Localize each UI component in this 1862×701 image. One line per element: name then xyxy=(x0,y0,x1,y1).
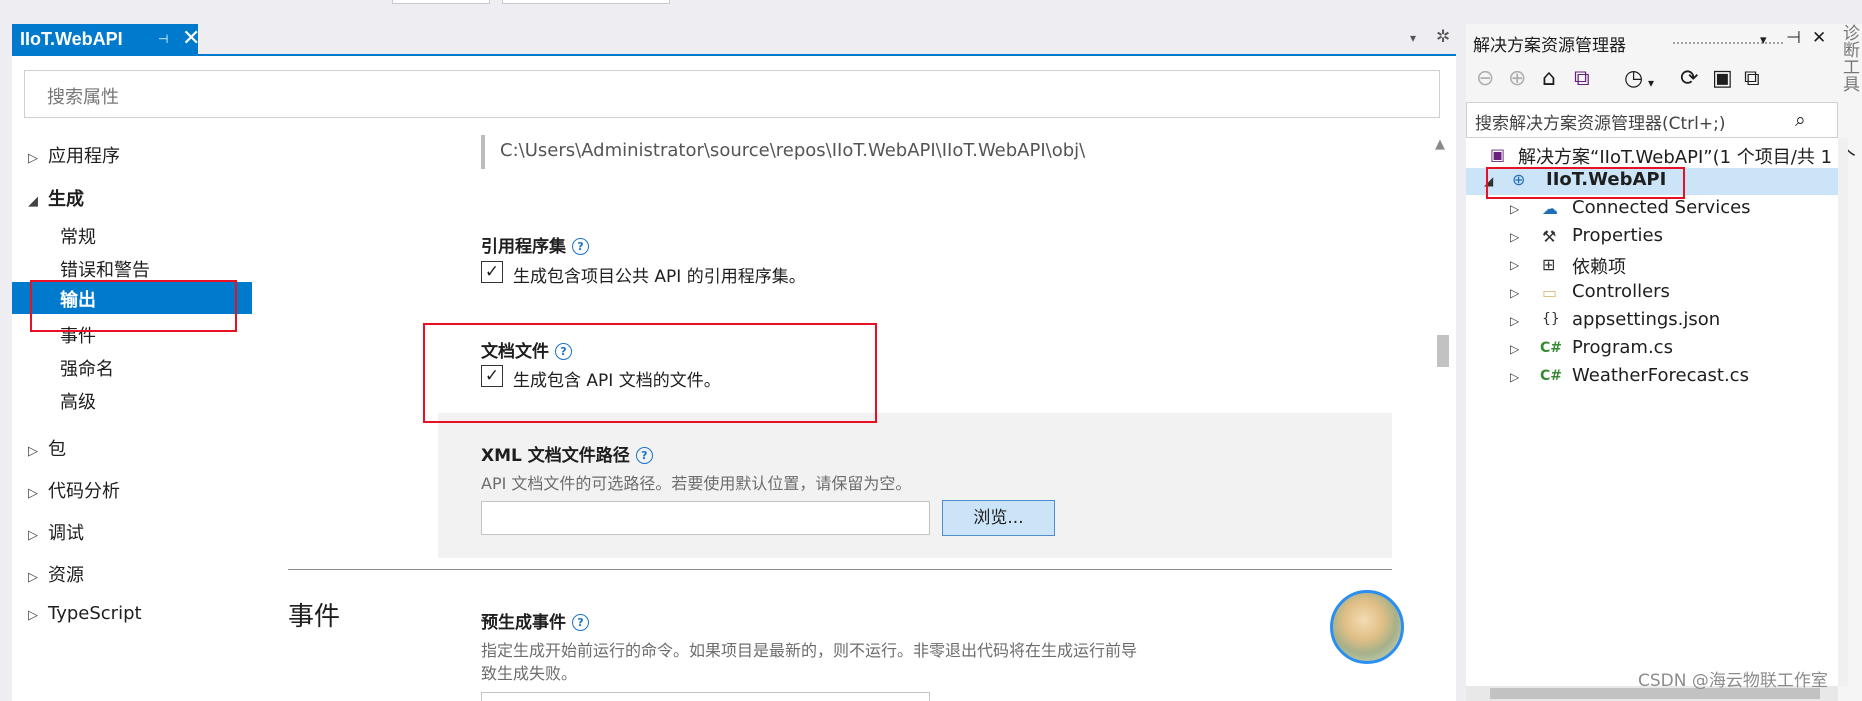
help-icon[interactable]: ? xyxy=(635,447,653,464)
section-divider xyxy=(288,569,1392,570)
tree-item-controllers[interactable]: Controllers xyxy=(1572,281,1670,302)
nav-item-build[interactable]: ◢ 生成 xyxy=(28,185,84,211)
collapsed-arrow-icon: ▷ xyxy=(28,570,38,585)
tree-item-dependencies[interactable]: 依赖项 xyxy=(1572,253,1626,279)
dependencies-icon: ⊞ xyxy=(1542,255,1556,274)
close-icon[interactable]: ✕ xyxy=(182,26,200,51)
history-dropdown-icon[interactable]: ▾ xyxy=(1648,76,1654,90)
panel-dropdown-icon[interactable]: ▾ xyxy=(1760,33,1767,48)
tree-item-weatherforecast[interactable]: WeatherForecast.cs xyxy=(1572,365,1749,386)
property-search-input[interactable]: 搜索属性 xyxy=(24,70,1440,118)
nav-item-typescript[interactable]: ▷ TypeScript xyxy=(28,603,142,624)
document-tab-iiot-webapi[interactable]: IIoT.WebAPI ⊣ ✕ xyxy=(12,24,200,54)
nav-item-resources[interactable]: ▷ 资源 xyxy=(28,561,84,587)
collapsed-arrow-icon[interactable]: ▷ xyxy=(1510,370,1519,384)
prebuild-description-line1: 指定生成开始前运行的命令。如果项目是最新的，则不运行。非零退出代码将在生成运行前… xyxy=(481,641,1138,660)
red-highlight-doc-file xyxy=(423,323,877,423)
tree-item-properties[interactable]: Properties xyxy=(1572,225,1663,246)
solution-vertical-scrollbar[interactable] xyxy=(1838,138,1848,686)
ref-assembly-title: 引用程序集? xyxy=(481,232,589,257)
settings-gear-icon[interactable]: ✲ xyxy=(1436,27,1450,47)
red-highlight-output xyxy=(30,280,237,332)
solution-tree xyxy=(1466,138,1838,701)
nav-item-app[interactable]: ▷ 应用程序 xyxy=(28,142,120,168)
solution-icon: ▣ xyxy=(1490,145,1506,164)
collapsed-arrow-icon: ▷ xyxy=(28,608,38,623)
events-section-heading: 事件 xyxy=(288,602,341,632)
csharp-file-icon: C# xyxy=(1540,340,1563,356)
toolbar-combo-2[interactable] xyxy=(502,0,670,4)
folder-icon: ▭ xyxy=(1542,283,1558,302)
collapsed-arrow-icon[interactable]: ▷ xyxy=(1510,342,1519,356)
tree-item-appsettings[interactable]: appsettings.json xyxy=(1572,309,1720,330)
home-icon[interactable]: ⌂ xyxy=(1542,66,1556,91)
back-icon[interactable]: ⊖ xyxy=(1476,66,1494,91)
solution-search-input[interactable]: 搜索解决方案资源管理器(Ctrl+;) ⌕ xyxy=(1466,102,1838,138)
panel-pin-icon[interactable]: ⊣ xyxy=(1786,28,1801,48)
property-search-placeholder: 搜索属性 xyxy=(47,87,119,108)
nav-item-code-analysis[interactable]: ▷ 代码分析 xyxy=(28,477,120,503)
copy-icon[interactable]: ⧉ xyxy=(1744,66,1760,91)
collapsed-arrow-icon: ▷ xyxy=(28,151,38,166)
nav-sub-advanced[interactable]: 高级 xyxy=(60,388,96,414)
collapse-icon[interactable]: ▣ xyxy=(1712,66,1733,91)
ref-assembly-checkbox[interactable]: ✓ xyxy=(481,261,503,283)
path-indicator-bar xyxy=(481,135,485,169)
vs-switch-icon[interactable]: ⧉ xyxy=(1574,66,1590,91)
collapsed-arrow-icon: ▷ xyxy=(28,486,38,501)
collapsed-arrow-icon: ▷ xyxy=(28,444,38,459)
panel-close-icon[interactable]: ✕ xyxy=(1812,28,1826,48)
connected-services-icon: ☁ xyxy=(1542,199,1558,218)
tree-item-connected-services[interactable]: Connected Services xyxy=(1572,197,1751,218)
document-tab-title: IIoT.WebAPI xyxy=(20,29,123,49)
nav-sub-general[interactable]: 常规 xyxy=(60,223,96,249)
help-icon[interactable]: ? xyxy=(572,614,589,631)
solution-search-placeholder: 搜索解决方案资源管理器(Ctrl+;) xyxy=(1475,114,1726,134)
help-icon[interactable]: ? xyxy=(572,238,589,255)
scroll-up-arrow-icon[interactable]: ▲ xyxy=(1435,137,1445,152)
collapsed-arrow-icon[interactable]: ▷ xyxy=(1510,258,1519,272)
panel-grip[interactable] xyxy=(1672,41,1784,45)
solution-explorer-title: 解决方案资源管理器 xyxy=(1473,36,1626,56)
tree-solution-node[interactable]: 解决方案“IIoT.WebAPI”(1 个项目/共 1 个 xyxy=(1518,143,1856,169)
xml-path-title: XML 文档文件路径? xyxy=(481,441,653,466)
ref-assembly-label: 生成包含项目公共 API 的引用程序集。 xyxy=(513,267,806,287)
nav-sub-strong-name[interactable]: 强命名 xyxy=(60,355,114,381)
json-file-icon: {} xyxy=(1542,311,1560,327)
top-toolbar-strip xyxy=(0,0,1862,24)
xml-path-description: API 文档文件的可选路径。若要使用默认位置，请保留为空。 xyxy=(481,474,912,493)
watermark-text: CSDN @海云物联工作室 xyxy=(1638,671,1828,691)
vertical-scrollbar-thumb[interactable] xyxy=(1437,335,1449,367)
wrench-icon: ⚒ xyxy=(1542,227,1557,246)
nav-item-debug[interactable]: ▷ 调试 xyxy=(28,519,84,545)
prebuild-command-input[interactable] xyxy=(481,692,930,701)
nav-item-package[interactable]: ▷ 包 xyxy=(28,435,66,461)
toolbar-combo-1[interactable] xyxy=(392,0,490,4)
intermediate-output-path: C:\Users\Administrator\source\repos\IIoT… xyxy=(500,140,1086,161)
tree-item-program[interactable]: Program.cs xyxy=(1572,337,1673,358)
nav-sub-errors-warnings[interactable]: 错误和警告 xyxy=(60,256,150,282)
csharp-file-icon: C# xyxy=(1540,368,1563,384)
user-avatar xyxy=(1330,590,1404,664)
collapsed-arrow-icon[interactable]: ▷ xyxy=(1510,230,1519,244)
search-icon[interactable]: ⌕ xyxy=(1795,109,1806,131)
red-highlight-project xyxy=(1486,167,1685,199)
diagnostic-tools-side-tab[interactable]: 诊断工具 xyxy=(1839,24,1862,92)
forward-icon[interactable]: ⊕ xyxy=(1508,66,1526,91)
collapsed-arrow-icon[interactable]: ▷ xyxy=(1510,314,1519,328)
collapsed-arrow-icon: ▷ xyxy=(28,528,38,543)
collapsed-arrow-icon[interactable]: ▷ xyxy=(1510,286,1519,300)
browse-button[interactable]: 浏览... xyxy=(942,500,1055,536)
tab-dropdown-icon[interactable]: ▾ xyxy=(1410,31,1416,45)
sync-icon[interactable]: ⟳ xyxy=(1680,66,1698,91)
collapsed-arrow-icon[interactable]: ▷ xyxy=(1510,202,1519,216)
expanded-arrow-icon: ◢ xyxy=(28,194,38,209)
prebuild-description-line2: 致生成失败。 xyxy=(481,664,578,683)
pin-icon[interactable]: ⊣ xyxy=(158,32,168,46)
xml-path-input[interactable] xyxy=(481,501,930,535)
history-icon[interactable]: ◷ xyxy=(1624,66,1643,91)
prebuild-event-title: 预生成事件? xyxy=(481,608,589,633)
